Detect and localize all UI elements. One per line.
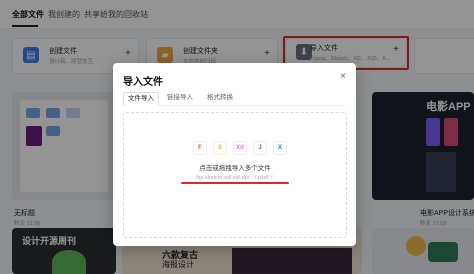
xd-icon: Xd	[233, 141, 247, 155]
dialog-title: 导入文件	[123, 77, 163, 88]
highlight-underline	[181, 182, 289, 184]
jsd-icon: J	[253, 141, 267, 155]
sketch-icon: S	[213, 141, 227, 155]
import-file-dialog: 导入文件 × 文件导入 链接导入 格式转换 F S Xd J X 点击或拖拽导入…	[113, 63, 356, 246]
tab-link-import[interactable]: 链接导入	[163, 92, 197, 104]
drop-instruction: 点击或拖拽导入多个文件	[199, 165, 271, 172]
tab-file-import[interactable]: 文件导入	[123, 92, 159, 106]
dialog-tabs: 文件导入 链接导入 格式转换	[123, 92, 345, 106]
close-icon[interactable]: ×	[340, 71, 346, 82]
file-drop-zone[interactable]: F S Xd J X 点击或拖拽导入多个文件 fig/.sketch/.xd/.…	[123, 112, 347, 238]
figma-icon: F	[193, 141, 207, 155]
tab-format-convert[interactable]: 格式转换	[203, 92, 237, 104]
axure-icon: X	[273, 141, 287, 155]
supported-formats: fig/.sketch/.xd/.xd/.dp/ⓘ/.psd/ⓘ	[196, 175, 274, 181]
